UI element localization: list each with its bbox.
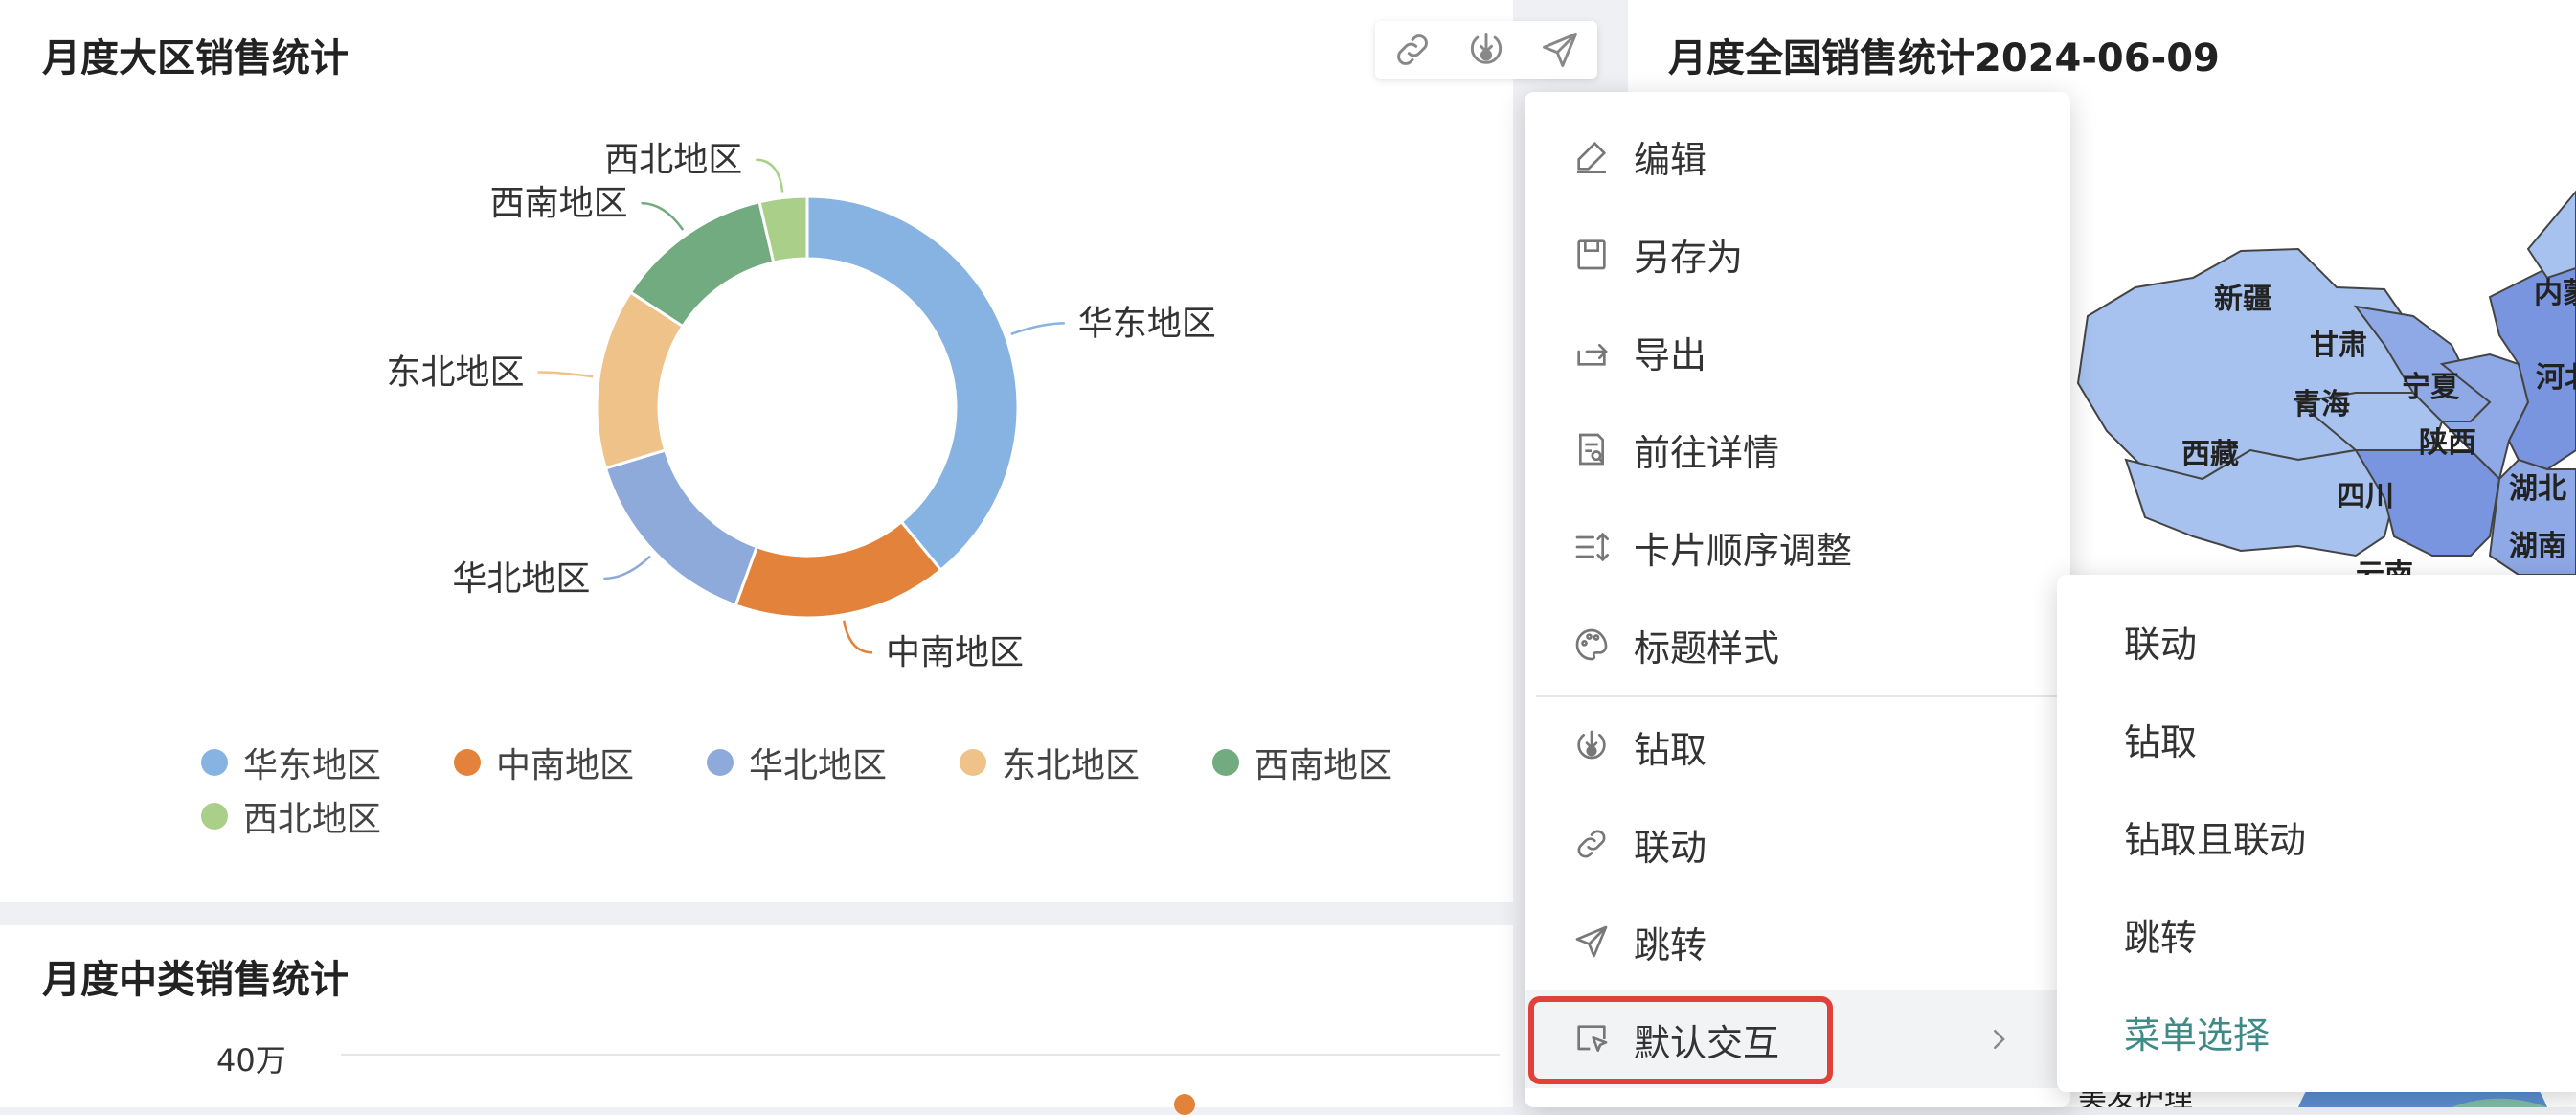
donut-leader-line: [641, 201, 685, 231]
legend-item[interactable]: 华北地区: [707, 738, 887, 787]
map-label-qinghai: 青海: [2293, 388, 2350, 421]
donut-leader-line: [756, 158, 784, 193]
menu-item-save-as[interactable]: 另存为: [1525, 205, 2070, 303]
legend-label: 东北地区: [1002, 746, 1141, 785]
menu-label-drill: 钻取: [1634, 728, 1707, 771]
map-label-tibet: 西藏: [2181, 438, 2239, 471]
donut-slice-label: 西北地区: [604, 141, 742, 180]
map-label-hebei: 河北: [2536, 361, 2576, 395]
donut-slice[interactable]: [805, 194, 1020, 573]
legend-label: 中南地区: [496, 746, 635, 785]
menu-item-export[interactable]: 导出: [1525, 303, 2070, 400]
legend-swatch: [201, 803, 228, 830]
legend-swatch: [201, 749, 228, 776]
pointer-icon: [1570, 1018, 1613, 1060]
donut-slice-label: 华东地区: [1078, 304, 1216, 343]
reorder-icon: [1570, 526, 1613, 568]
legend-swatch: [454, 749, 481, 776]
donut-slice[interactable]: [734, 519, 943, 620]
legend-label: 西南地区: [1254, 746, 1393, 785]
menu-item-details[interactable]: 前往详情: [1525, 400, 2070, 498]
menu-item-jump[interactable]: 跳转: [1525, 893, 2070, 990]
menu-label-export: 导出: [1634, 333, 1707, 376]
donut-leader-line: [603, 555, 651, 580]
donut-slice[interactable]: [628, 199, 776, 329]
map-label-hubei: 湖北: [2509, 472, 2566, 506]
map-region-inner-mongolia: [2526, 190, 2576, 280]
donut-leader-line: [843, 620, 873, 654]
menu-label-default-interaction: 默认交互: [1634, 1021, 1780, 1064]
map-label-xinjiang: 新疆: [2214, 283, 2271, 316]
menu-item-link[interactable]: 联动: [1525, 795, 2070, 893]
menu-item-drill[interactable]: 钻取: [1525, 697, 2070, 795]
submenu-item-drill-and-link[interactable]: 钻取且联动: [2124, 810, 2306, 863]
donut-slice-label: 华北地区: [452, 559, 590, 599]
legend-item[interactable]: 西南地区: [1212, 738, 1392, 787]
chevron-right-icon: [1984, 1025, 2013, 1054]
region-sales-card: 月度大区销售统计 华东地区 中南地区 华北地区 东北地区 西南地区 西北地区 华东地区 中南…: [0, 0, 1597, 902]
default-interaction-submenu: 联动 钻取 钻取且联动 跳转 菜单选择: [2057, 575, 2576, 1092]
legend-item[interactable]: 东北地区: [960, 738, 1140, 787]
legend-label: 西北地区: [243, 800, 382, 839]
map-label-inner-mongolia: 内蒙: [2534, 277, 2576, 310]
menu-label-save-as: 另存为: [1634, 236, 1744, 279]
data-point: [1174, 1094, 1195, 1115]
context-menu: 编辑 另存为 导出 前往详情 卡片顺序调整 标题样式 钻取 联动 跳转 默认交互: [1525, 92, 2070, 1107]
donut-slice[interactable]: [603, 448, 759, 607]
map-label-hunan: 湖南: [2509, 530, 2566, 563]
submenu-item-link[interactable]: 联动: [2124, 615, 2197, 668]
donut-leader-line: [1010, 322, 1065, 336]
menu-item-edit[interactable]: 编辑: [1525, 107, 2070, 205]
y-axis-tick: 40万: [216, 1042, 286, 1079]
details-icon: [1570, 428, 1613, 470]
menu-label-reorder: 卡片顺序调整: [1634, 529, 1853, 572]
legend-label: 华北地区: [749, 746, 888, 785]
map-label-gansu: 甘肃: [2310, 329, 2367, 362]
legend-label: 华东地区: [243, 746, 382, 785]
menu-label-link: 联动: [1634, 826, 1707, 869]
link-icon: [1570, 823, 1613, 865]
legend-item[interactable]: 中南地区: [454, 738, 634, 787]
map-label-sichuan: 四川: [2337, 480, 2394, 513]
gridline: [341, 1054, 1500, 1056]
category-card-title: 月度中类销售统计: [42, 958, 349, 1002]
save-as-icon: [1570, 233, 1613, 275]
menu-label-edit: 编辑: [1634, 138, 1707, 181]
edit-icon: [1570, 135, 1613, 177]
legend-swatch: [960, 749, 986, 776]
submenu-item-jump[interactable]: 跳转: [2124, 908, 2197, 961]
legend-swatch: [707, 749, 734, 776]
donut-slice-label: 西南地区: [490, 184, 628, 223]
map-label-shaanxi: 陕西: [2419, 426, 2476, 460]
menu-item-title-style[interactable]: 标题样式: [1525, 596, 2070, 694]
category-sales-card: 月度中类销售统计 40万: [0, 925, 1513, 1115]
donut-leader-line: [537, 371, 594, 378]
donut-slice-label: 中南地区: [886, 633, 1024, 672]
map-label-ningxia: 宁夏: [2402, 371, 2460, 404]
menu-label-jump: 跳转: [1634, 923, 1707, 967]
menu-label-title-style: 标题样式: [1634, 626, 1780, 670]
menu-item-reorder[interactable]: 卡片顺序调整: [1525, 498, 2070, 596]
menu-item-default-interaction[interactable]: 默认交互: [1525, 990, 2070, 1088]
submenu-item-drill[interactable]: 钻取: [2124, 713, 2197, 765]
legend-swatch: [1212, 749, 1239, 776]
submenu-item-menu-select[interactable]: 菜单选择: [2124, 1006, 2270, 1058]
legend-item[interactable]: 华东地区: [201, 738, 381, 787]
send-icon: [1570, 921, 1613, 963]
legend-item[interactable]: 西北地区: [201, 791, 381, 841]
menu-label-details: 前往详情: [1634, 431, 1780, 474]
palette-icon: [1570, 624, 1613, 666]
donut-slice-label: 东北地区: [387, 353, 525, 393]
send-icon[interactable]: [1533, 23, 1587, 77]
export-icon: [1570, 330, 1613, 373]
region-donut-chart: 华东地区中南地区 华北地区 东北地区 西南地区 西北地区: [387, 141, 1216, 673]
drill-icon: [1570, 725, 1613, 767]
